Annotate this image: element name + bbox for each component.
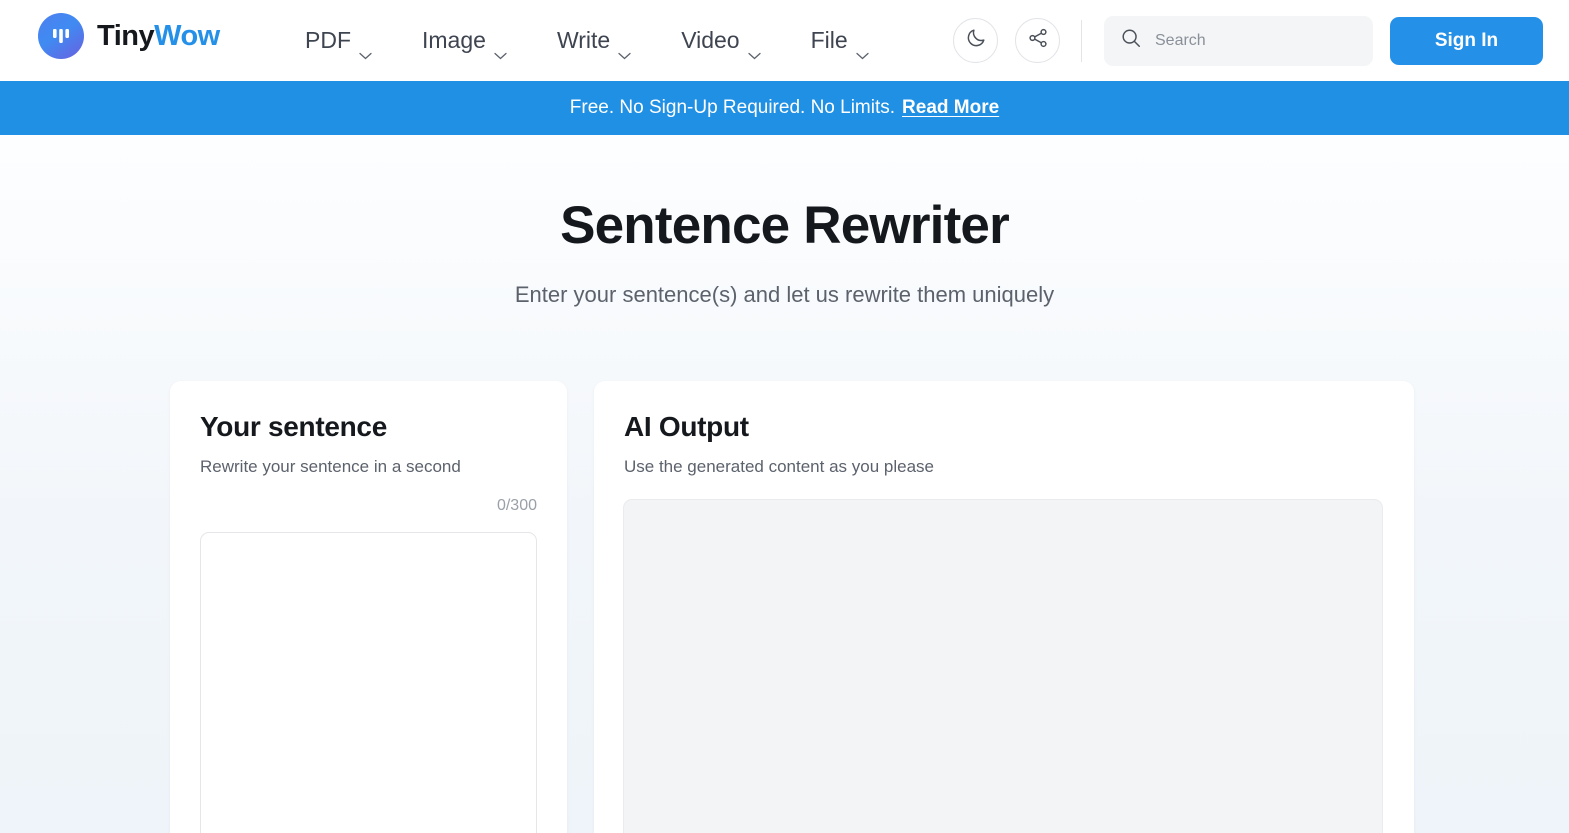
main-navigation: PDF Image Write Video File bbox=[305, 0, 869, 81]
sentence-input[interactable] bbox=[200, 532, 537, 833]
input-card-title: Your sentence bbox=[200, 411, 387, 442]
nav-item-label: Video bbox=[681, 27, 740, 53]
search-box[interactable] bbox=[1104, 15, 1373, 66]
chevron-down-icon bbox=[359, 39, 372, 59]
nav-item-pdf[interactable]: PDF bbox=[305, 27, 372, 59]
nav-item-file[interactable]: File bbox=[810, 27, 869, 59]
nav-item-label: Image bbox=[422, 27, 486, 53]
site-header: TinyWow PDF Image Write Video File Searc… bbox=[0, 0, 1569, 81]
share-icon bbox=[1027, 27, 1049, 54]
main-content: Sentence Rewriter Enter your sentence(s)… bbox=[0, 135, 1569, 833]
character-counter: 0/300 bbox=[496, 497, 537, 514]
logo-text-accent: Wow bbox=[154, 19, 220, 52]
output-card: AI Output Use the generated content as y… bbox=[594, 381, 1414, 833]
chevron-down-icon bbox=[856, 39, 869, 59]
promo-banner-text: Free. No Sign-Up Required. No Limits. bbox=[569, 97, 896, 118]
tinywow-logo-icon bbox=[38, 13, 84, 59]
chevron-down-icon bbox=[747, 39, 761, 59]
header-divider bbox=[1081, 19, 1082, 62]
input-card-subtitle: Rewrite your sentence in a second bbox=[200, 457, 461, 476]
chevron-down-icon bbox=[494, 39, 507, 59]
sign-in-button[interactable]: Sign In bbox=[1390, 16, 1543, 65]
share-button[interactable] bbox=[1015, 18, 1060, 63]
logo-text-primary: Tiny bbox=[97, 19, 155, 52]
search-icon bbox=[1120, 27, 1142, 54]
logo-text: TinyWow bbox=[97, 20, 220, 53]
page-title: Sentence Rewriter bbox=[560, 196, 1010, 255]
header-actions: Sign In bbox=[953, 0, 1569, 81]
chevron-down-icon bbox=[618, 39, 631, 59]
dark-mode-toggle[interactable] bbox=[953, 18, 998, 63]
nav-item-video[interactable]: Video bbox=[681, 27, 761, 59]
nav-item-write[interactable]: Write bbox=[556, 27, 631, 59]
nav-item-label: File bbox=[810, 27, 848, 53]
moon-icon bbox=[965, 27, 987, 54]
promo-banner: Free. No Sign-Up Required. No Limits. Re… bbox=[0, 81, 1569, 135]
search-input[interactable] bbox=[1155, 31, 1357, 50]
read-more-link[interactable]: Read More bbox=[902, 97, 999, 119]
page-root: TinyWow PDF Image Write Video File Searc… bbox=[0, 0, 1569, 833]
output-card-title: AI Output bbox=[624, 411, 749, 442]
nav-item-label: PDF bbox=[305, 27, 351, 53]
output-card-subtitle: Use the generated content as you please bbox=[624, 457, 934, 476]
nav-item-label: Write bbox=[556, 27, 611, 53]
logo[interactable]: TinyWow bbox=[38, 13, 220, 59]
page-subtitle: Enter your sentence(s) and let us rewrit… bbox=[514, 282, 1055, 307]
input-card: Your sentence Rewrite your sentence in a… bbox=[170, 381, 567, 833]
ai-output-area[interactable] bbox=[623, 499, 1383, 833]
nav-item-image[interactable]: Image bbox=[422, 27, 507, 59]
